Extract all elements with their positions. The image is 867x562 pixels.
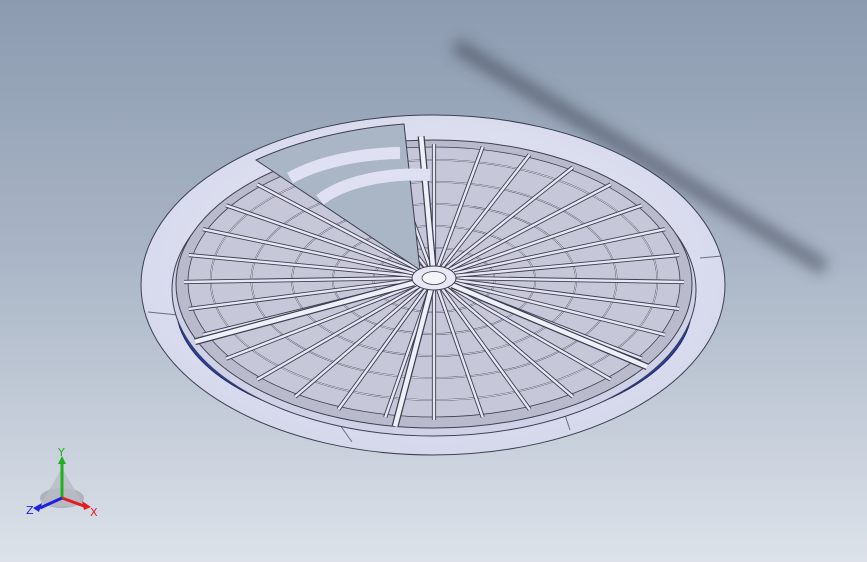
z-axis-label: Z xyxy=(26,504,34,517)
x-axis-label: X xyxy=(90,506,98,519)
orientation-triad[interactable]: Y X Z xyxy=(22,446,102,526)
y-axis-label: Y xyxy=(57,446,65,459)
center-hub[interactable] xyxy=(411,265,457,291)
cad-viewport[interactable]: Y X Z xyxy=(0,0,867,562)
model-view[interactable] xyxy=(0,0,867,562)
